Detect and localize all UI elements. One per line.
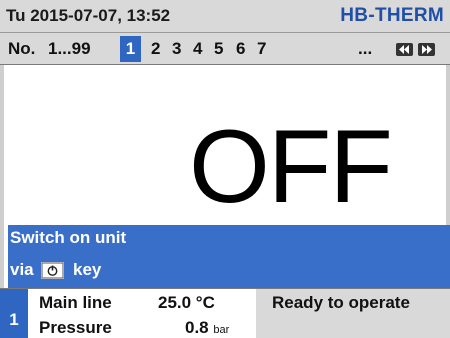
unit-2[interactable]: 2 xyxy=(151,39,160,59)
pressure-label: Pressure xyxy=(39,318,112,337)
unit-selected-1[interactable]: 1 xyxy=(120,36,141,62)
unit-selector-bar: No. 1...99 1 2 3 4 5 6 7 ... xyxy=(0,33,450,65)
brand-logo: HB-THERM xyxy=(340,5,444,26)
pressure-number: 0.8 xyxy=(185,318,209,337)
unit-badge: 1 xyxy=(0,289,28,338)
main-line-label: Main line xyxy=(39,293,112,312)
unit-4[interactable]: 4 xyxy=(193,39,202,59)
message-key: key xyxy=(73,260,102,279)
pressure-unit: bar xyxy=(213,324,230,336)
unit-5[interactable]: 5 xyxy=(214,39,223,59)
date-time: Tu 2015-07-07, 13:52 xyxy=(6,6,171,25)
more-units-ellipsis: ... xyxy=(358,39,373,58)
unit-6[interactable]: 6 xyxy=(236,39,245,59)
controller-screen: Tu 2015-07-07, 13:52 HB-THERM No. 1...99… xyxy=(0,0,450,338)
unit-range: 1...99 xyxy=(48,39,91,58)
status-bar: 1 Main line 25.0 °C Pressure 0.8 bar Rea… xyxy=(0,288,450,338)
message-line-1: Switch on unit xyxy=(10,228,127,247)
header-bar: Tu 2015-07-07, 13:52 HB-THERM xyxy=(0,0,450,33)
unit-3[interactable]: 3 xyxy=(172,39,181,59)
fast-forward-icon[interactable] xyxy=(418,43,435,56)
pressure-value: 0.8 bar xyxy=(185,318,229,338)
rewind-icon[interactable] xyxy=(396,43,413,56)
main-display: OFF Switch on unit via key xyxy=(0,65,450,289)
ready-status: Ready to operate xyxy=(272,293,410,312)
unit-state: OFF xyxy=(189,109,393,225)
message-via: via xyxy=(10,260,34,279)
status-values: Main line 25.0 °C Pressure 0.8 bar xyxy=(28,289,256,338)
main-line-value: 25.0 °C xyxy=(158,293,215,312)
power-key-icon xyxy=(41,262,64,279)
unit-number-label: No. xyxy=(8,39,36,58)
unit-7[interactable]: 7 xyxy=(257,39,266,59)
